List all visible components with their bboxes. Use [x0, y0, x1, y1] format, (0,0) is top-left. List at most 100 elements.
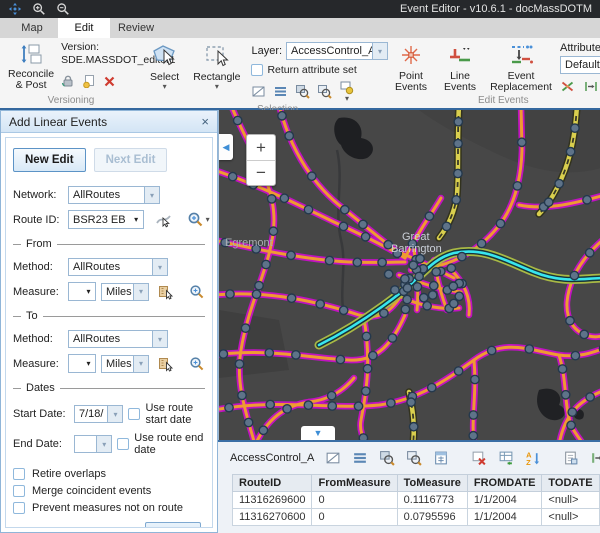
grid-cell[interactable]: 0: [312, 509, 397, 526]
zoom-out-icon[interactable]: [56, 2, 70, 16]
switch-selection-icon[interactable]: [498, 450, 514, 466]
merge-coincident-checkbox[interactable]: [13, 485, 25, 497]
route-id-combo[interactable]: BSR23 EB ▾: [68, 210, 144, 229]
retire-overlaps-checkbox[interactable]: [13, 468, 25, 480]
to-measure-on-map-icon[interactable]: [158, 356, 174, 372]
grid-cell[interactable]: 0: [312, 492, 397, 509]
return-attribute-checkbox[interactable]: [251, 64, 263, 76]
from-measure-caret[interactable]: ▾: [82, 287, 95, 296]
tab-edit[interactable]: Edit: [58, 18, 110, 38]
prevent-measures-checkbox[interactable]: [13, 502, 25, 514]
rectangle-dropdown-caret[interactable]: ▾: [215, 83, 219, 91]
event-replacement-button[interactable]: Event Replacement: [488, 41, 554, 94]
grid-cell[interactable]: 0.1116773: [397, 492, 467, 509]
select-dropdown-caret[interactable]: ▾: [163, 83, 167, 91]
select-button[interactable]: Select ▾: [147, 41, 182, 92]
from-measure-on-map-icon[interactable]: [158, 284, 174, 300]
line-events-button[interactable]: Line Events: [438, 41, 482, 94]
ribbon-tabs: Map Edit Review: [0, 18, 600, 38]
column-header[interactable]: RouteID: [233, 475, 312, 492]
use-route-start-date-label: Use route start date: [145, 402, 205, 426]
to-measure-combo[interactable]: ▾: [68, 354, 96, 373]
map-zoom-out-button[interactable]: −: [247, 160, 275, 185]
collapse-table-button[interactable]: ▼: [301, 426, 335, 440]
select-route-on-map-icon[interactable]: [155, 211, 172, 228]
to-measure-caret[interactable]: ▾: [82, 359, 95, 368]
selection-options-icon[interactable]: [339, 80, 354, 95]
to-method-dropdown[interactable]: AllRoutes ▾: [68, 330, 168, 348]
pan-icon[interactable]: [8, 2, 22, 16]
pan-to-selection-icon[interactable]: [406, 450, 422, 466]
rectangle-select-button[interactable]: Rectangle ▾: [190, 41, 243, 92]
selection-options-caret[interactable]: ▾: [345, 95, 349, 103]
use-route-end-date-label: Use route end date: [134, 432, 205, 456]
close-icon[interactable]: ×: [201, 115, 209, 128]
to-method-caret: ▾: [152, 331, 167, 347]
grid-cell[interactable]: 11316269600: [233, 492, 312, 509]
line-events-icon: [447, 42, 473, 68]
sort-icon[interactable]: AZ: [525, 450, 541, 466]
to-unit-caret: ▾: [133, 356, 148, 372]
map-zoom-in-button[interactable]: +: [247, 135, 275, 160]
start-date-picker[interactable]: 7/18/ ▾: [74, 405, 123, 423]
prevent-measures-label: Prevent measures not on route: [32, 502, 183, 514]
table-row[interactable]: 11316269600 0 0.1116773 1/1/2004 <null> …: [233, 492, 600, 509]
clear-selection-icon[interactable]: [471, 450, 487, 466]
table-row[interactable]: 11316270600 0 0.0795596 1/1/2004 <null> …: [233, 509, 600, 526]
grid-cell[interactable]: <null>: [542, 509, 599, 526]
grid-cell[interactable]: 0.0795596: [397, 509, 467, 526]
column-header[interactable]: ToMeasure: [397, 475, 467, 492]
zoom-to-selection-icon[interactable]: [295, 84, 310, 99]
route-id-caret[interactable]: ▾: [130, 215, 143, 224]
select-features-icon[interactable]: [325, 450, 341, 466]
network-dropdown[interactable]: AllRoutes ▾: [68, 186, 160, 204]
split-event-icon[interactable]: [560, 79, 575, 94]
attribute-list-icon[interactable]: [352, 450, 368, 466]
split-event-tool-icon[interactable]: [590, 450, 600, 466]
column-header[interactable]: TODATE: [542, 475, 599, 492]
zoom-in-icon[interactable]: [32, 2, 46, 16]
pan-to-selection-icon[interactable]: [317, 84, 332, 99]
to-unit-dropdown[interactable]: Miles ▾: [101, 355, 149, 373]
from-measure-magnifier-icon[interactable]: [189, 284, 205, 300]
grid-cell[interactable]: <null>: [542, 492, 599, 509]
tab-map[interactable]: Map: [6, 18, 58, 38]
versioning-group-label: Versioning: [5, 94, 137, 108]
delete-version-icon[interactable]: [103, 75, 116, 88]
attribute-table-panel: AccessControl_A A: [218, 440, 600, 533]
new-version-icon[interactable]: [82, 74, 96, 88]
attribute-window-icon[interactable]: [563, 450, 579, 466]
route-locator-magnifier-icon[interactable]: [187, 211, 204, 228]
route-locator-caret[interactable]: ▾: [206, 216, 210, 224]
to-measure-magnifier-icon[interactable]: [189, 356, 205, 372]
new-edit-button[interactable]: New Edit: [13, 148, 86, 172]
end-date-picker[interactable]: ▾: [74, 435, 112, 453]
map-water-body: [537, 389, 565, 421]
collapse-panel-left-button[interactable]: ◀: [219, 134, 233, 160]
select-by-polygon-icon[interactable]: [251, 84, 266, 99]
reconcile-post-button[interactable]: Reconcile & Post: [5, 41, 57, 92]
attribute-set-dropdown[interactable]: Default ▾: [560, 56, 600, 74]
from-method-dropdown[interactable]: AllRoutes ▾: [68, 258, 168, 276]
use-route-start-date-checkbox[interactable]: [128, 408, 140, 420]
field-calculator-icon[interactable]: [433, 450, 449, 466]
version-lock-icon[interactable]: [61, 74, 75, 88]
from-measure-combo[interactable]: ▾: [68, 282, 96, 301]
grid-cell[interactable]: 11316270600: [233, 509, 312, 526]
from-unit-dropdown[interactable]: Miles ▾: [101, 283, 149, 301]
grid-cell[interactable]: 1/1/2004: [467, 509, 542, 526]
map-terrain-patch: [219, 310, 289, 378]
point-events-button[interactable]: Point Events: [390, 41, 432, 94]
next-button[interactable]: Next >: [145, 522, 201, 528]
map-canvas[interactable]: Egremont Great Barrington: [219, 110, 600, 440]
layer-dropdown[interactable]: AccessControl_A ▾: [286, 42, 388, 60]
from-measure-label: Measure:: [13, 286, 63, 298]
tab-review[interactable]: Review: [110, 18, 162, 38]
grid-cell[interactable]: 1/1/2004: [467, 492, 542, 509]
zoom-to-selection-icon[interactable]: [379, 450, 395, 466]
use-route-end-date-checkbox[interactable]: [117, 438, 129, 450]
measure-split-icon[interactable]: [583, 79, 599, 94]
column-header[interactable]: FROMDATE: [467, 475, 542, 492]
selection-list-icon[interactable]: [273, 84, 288, 99]
column-header[interactable]: FromMeasure: [312, 475, 397, 492]
